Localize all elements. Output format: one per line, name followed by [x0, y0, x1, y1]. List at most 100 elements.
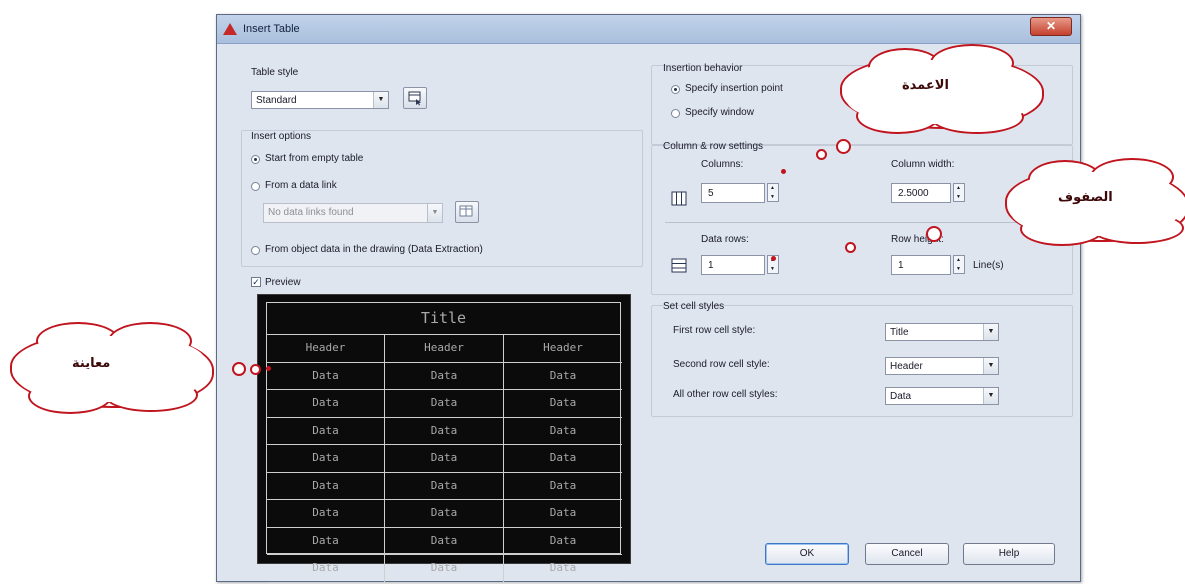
columns-label: Columns:	[701, 159, 744, 170]
object-data-radio[interactable]	[251, 246, 260, 255]
row-height-input[interactable]: 1	[891, 255, 951, 275]
preview-header-cell: Header	[504, 335, 622, 363]
column-width-value: 2.5000	[898, 188, 929, 199]
table-style-select[interactable]: Standard ▼	[251, 91, 389, 109]
data-link-radio[interactable]	[251, 182, 260, 191]
other-rows-style-select[interactable]: Data ▼	[885, 387, 999, 405]
cancel-button[interactable]: Cancel	[865, 543, 949, 565]
column-width-input[interactable]: 2.5000	[891, 183, 951, 203]
help-button[interactable]: Help	[963, 543, 1055, 565]
preview-data-cell: Data	[267, 527, 385, 555]
preview-callout-text: معاينة	[72, 356, 111, 371]
preview-label: Preview	[265, 277, 301, 288]
preview-table: Title Header Header Header Data Data Data Data…	[266, 302, 622, 583]
preview-checkbox[interactable]: ✓	[251, 277, 261, 287]
preview-data-cell: Data	[504, 555, 622, 583]
preview-data-cell: Data	[385, 417, 504, 445]
callout-bubble	[926, 226, 942, 242]
start-empty-radio[interactable]	[251, 155, 260, 164]
insertion-behavior-heading: Insertion behavior	[663, 63, 743, 74]
chevron-down-icon: ▼	[427, 204, 442, 222]
table-style-dialog-icon	[408, 91, 421, 106]
preview-data-cell: Data	[267, 417, 385, 445]
preview-data-cell: Data	[267, 500, 385, 528]
autocad-app-icon	[223, 23, 237, 35]
data-link-manager-icon	[459, 205, 473, 217]
column-width-spinner[interactable]	[953, 183, 965, 202]
specify-window-label: Specify window	[685, 107, 754, 118]
chevron-down-icon: ▼	[983, 324, 998, 340]
columns-icon	[671, 191, 687, 206]
rows-callout-text: الصفوف	[1058, 190, 1113, 205]
specify-window-radio[interactable]	[671, 109, 680, 118]
callout-bubble	[250, 364, 261, 375]
preview-data-cell: Data	[385, 362, 504, 390]
preview-data-cell: Data	[504, 418, 622, 445]
insert-options-heading: Insert options	[251, 131, 312, 142]
insertion-point-label: Specify insertion point	[685, 83, 783, 94]
second-row-style-value: Header	[890, 361, 923, 372]
chevron-down-icon: ▼	[373, 92, 388, 108]
insertion-point-radio[interactable]	[671, 85, 680, 94]
data-rows-input[interactable]: 1	[701, 255, 765, 275]
preview-data-cell: Data	[267, 472, 385, 500]
callout-pointer-dot	[266, 366, 271, 371]
data-link-label: From a data link	[265, 180, 337, 191]
second-row-style-select[interactable]: Header ▼	[885, 357, 999, 375]
second-row-style-label: Second row cell style:	[673, 359, 770, 370]
preview-data-cell: Data	[267, 390, 385, 418]
callout-pointer-dot	[781, 169, 786, 174]
callout-bubble	[845, 242, 856, 253]
rows-icon	[671, 258, 687, 273]
preview-data-cell: Data	[504, 363, 622, 390]
first-row-style-label: First row cell style:	[673, 325, 756, 336]
column-row-heading: Column & row settings	[663, 141, 764, 152]
columns-spinner[interactable]	[767, 183, 779, 202]
data-link-select[interactable]: No data links found ▼	[263, 203, 443, 223]
callout-bubble	[816, 149, 827, 160]
preview-data-cell: Data	[504, 528, 622, 555]
callout-bubble	[232, 362, 246, 376]
table-style-heading: Table style	[251, 67, 299, 78]
preview-data-cell: Data	[504, 500, 622, 528]
first-row-style-value: Title	[890, 327, 909, 338]
chevron-down-icon: ▼	[983, 358, 998, 374]
title-bar[interactable]: Insert Table ✕	[217, 15, 1080, 44]
preview-data-cell: Data	[385, 445, 504, 473]
row-height-spinner[interactable]	[953, 255, 965, 274]
data-rows-value: 1	[708, 260, 714, 271]
table-style-value: Standard	[256, 95, 297, 106]
other-rows-style-value: Data	[890, 391, 912, 402]
callout-bubble	[836, 139, 851, 154]
data-rows-label: Data rows:	[701, 234, 749, 245]
object-data-label: From object data in the drawing (Data Ex…	[265, 244, 483, 255]
start-empty-label: Start from empty table	[265, 153, 364, 164]
column-width-label: Column width:	[891, 159, 955, 170]
data-link-manager-button[interactable]	[455, 201, 479, 223]
divider	[665, 222, 1061, 223]
cell-styles-heading: Set cell styles	[663, 301, 725, 312]
chevron-down-icon: ▼	[983, 388, 998, 404]
other-rows-style-label: All other row cell styles:	[673, 389, 778, 400]
preview-data-cell: Data	[267, 555, 385, 583]
preview-data-cell: Data	[385, 555, 504, 583]
preview-header-cell: Header	[385, 335, 504, 363]
preview-data-cell: Data	[385, 472, 504, 500]
first-row-style-select[interactable]: Title ▼	[885, 323, 999, 341]
table-preview: Title Header Header Header Data Data Data Data…	[257, 294, 631, 583]
preview-data-cell: Data	[267, 445, 385, 473]
ok-button[interactable]: OK	[765, 543, 849, 565]
columns-input[interactable]: 5	[701, 183, 765, 203]
window-title: Insert Table	[243, 23, 300, 35]
preview-header-cell: Header	[267, 335, 385, 363]
preview-data-cell: Data	[504, 445, 622, 473]
preview-data-cell: Data	[385, 527, 504, 555]
table-style-dialog-button[interactable]	[403, 87, 427, 109]
row-height-value: 1	[898, 260, 904, 271]
callout-pointer-dot	[771, 256, 776, 261]
preview-data-cell: Data	[385, 390, 504, 418]
close-button[interactable]: ✕	[1030, 17, 1072, 36]
columns-value: 5	[708, 188, 714, 199]
row-height-unit: Line(s)	[973, 260, 1004, 271]
data-link-value: No data links found	[268, 207, 354, 218]
